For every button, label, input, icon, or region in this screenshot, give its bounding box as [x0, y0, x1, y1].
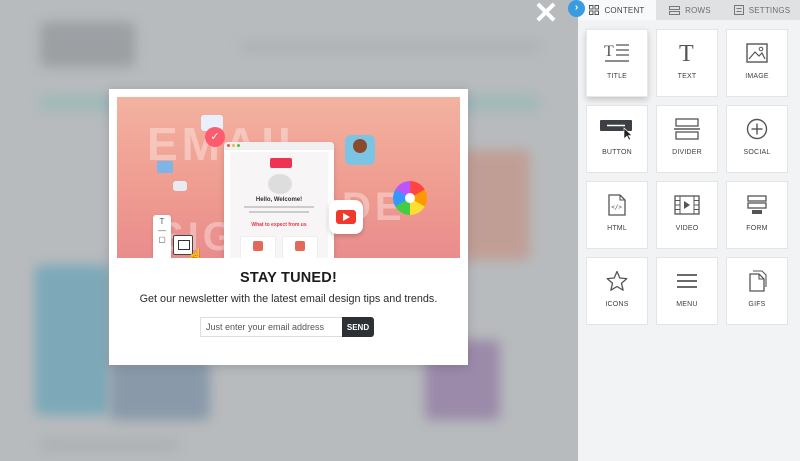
settings-icon: [733, 5, 744, 15]
block-text[interactable]: T TEXT: [656, 29, 718, 97]
block-label: ICONS: [605, 301, 629, 308]
panel-tabs: CONTENT ROWS SETTINGS: [578, 0, 800, 20]
mock-card: [240, 236, 276, 258]
svg-text:T: T: [604, 43, 614, 60]
block-label: TITLE: [606, 73, 628, 80]
tab-settings[interactable]: SETTINGS: [724, 0, 800, 20]
block-label: TEXT: [677, 73, 697, 80]
email-input[interactable]: [200, 317, 342, 337]
check-icon: ✓: [205, 127, 225, 147]
block-label: IMAGE: [745, 73, 769, 80]
hand-cursor-icon: ☝: [187, 247, 205, 258]
block-divider[interactable]: DIVIDER: [656, 105, 718, 173]
tab-label: ROWS: [685, 5, 711, 15]
tab-content[interactable]: CONTENT: [578, 0, 656, 20]
send-button[interactable]: SEND: [342, 317, 374, 337]
block-label: DIVIDER: [672, 149, 702, 156]
image-icon: [727, 40, 787, 66]
popup-title: STAY TUNED!: [239, 270, 337, 286]
text-icon: T: [657, 40, 717, 66]
color-wheel-icon: [393, 181, 427, 215]
mock-card: [282, 236, 318, 258]
hero-image: EMAIL DE SIGN ✓ Hello, Welcome! What to …: [117, 97, 460, 258]
tab-label: SETTINGS: [748, 5, 791, 15]
mock-logo: [270, 158, 292, 168]
robot-icon: [173, 181, 187, 191]
mock-line: [244, 206, 314, 208]
gifs-icon: [727, 268, 787, 294]
block-label: FORM: [746, 225, 768, 232]
mock-expect: What to expect from us: [251, 222, 307, 228]
block-icons[interactable]: ICONS: [586, 257, 648, 325]
block-social[interactable]: SOCIAL: [726, 105, 788, 173]
divider-icon: [657, 116, 717, 142]
star-icon: [587, 268, 647, 294]
tab-rows[interactable]: ROWS: [656, 0, 724, 20]
popup-subtitle: Get our newsletter with the latest email…: [139, 293, 438, 305]
video-icon: [657, 192, 717, 218]
html-icon: </>: [587, 192, 647, 218]
close-icon[interactable]: ✕: [533, 0, 559, 29]
tab-label: CONTENT: [604, 5, 645, 15]
block-label: BUTTON: [602, 149, 632, 156]
button-icon: [587, 116, 647, 142]
mock-welcome: Hello, Welcome!: [255, 197, 303, 203]
mock-character: [268, 174, 292, 194]
social-icon: [727, 116, 787, 142]
content-panel: CONTENT ROWS SETTINGS T TITLE T TEXT IMA…: [578, 0, 800, 461]
block-label: SOCIAL: [743, 149, 771, 156]
avatar-icon: [345, 135, 375, 165]
monitor-icon: [157, 161, 173, 173]
block-gifs[interactable]: GIFS: [726, 257, 788, 325]
block-menu[interactable]: MENU: [656, 257, 718, 325]
block-image[interactable]: IMAGE: [726, 29, 788, 97]
email-mockup: Hello, Welcome! What to expect from us: [224, 142, 334, 258]
rows-icon: [669, 5, 681, 15]
grid-icon: [589, 5, 600, 15]
block-label: GIFS: [748, 301, 766, 308]
block-label: VIDEO: [675, 225, 699, 232]
svg-text:</>: </>: [611, 204, 622, 211]
collapse-panel-button[interactable]: ›: [568, 0, 585, 17]
menu-icon: [657, 268, 717, 294]
block-form[interactable]: FORM: [726, 181, 788, 249]
youtube-icon: [329, 200, 363, 234]
form-icon: [727, 192, 787, 218]
newsletter-popup: EMAIL DE SIGN ✓ Hello, Welcome! What to …: [109, 89, 468, 365]
svg-text:T: T: [679, 41, 694, 65]
mock-body: Hello, Welcome! What to expect from us: [230, 152, 328, 258]
block-html[interactable]: </> HTML: [586, 181, 648, 249]
window-dots: [224, 142, 334, 150]
block-button[interactable]: BUTTON: [586, 105, 648, 173]
block-label: HTML: [607, 225, 627, 232]
mock-line: [249, 211, 309, 213]
editor-toolbar: T — ▢: [153, 215, 171, 258]
content-blocks-grid: T TITLE T TEXT IMAGE BUTTON DIVIDER SOCI…: [586, 29, 788, 325]
title-icon: T: [587, 40, 647, 66]
block-label: MENU: [676, 301, 698, 308]
block-video[interactable]: VIDEO: [656, 181, 718, 249]
block-title[interactable]: T TITLE: [586, 29, 648, 97]
